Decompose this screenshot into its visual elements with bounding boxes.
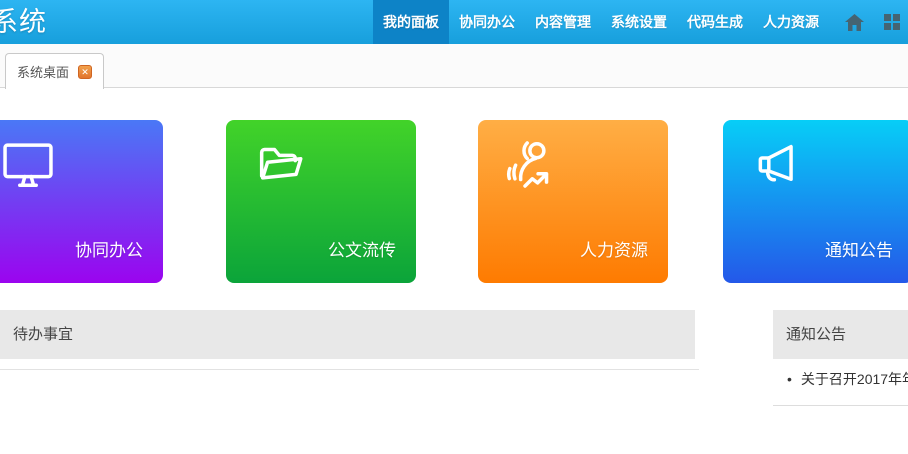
tile-label: 人力资源 bbox=[580, 236, 648, 261]
tab-bar: 系统桌面 ✕ bbox=[0, 44, 908, 88]
tile-document-flow[interactable]: 公文流传 bbox=[226, 120, 416, 283]
tab-label: 系统桌面 bbox=[17, 62, 69, 81]
tile-hr[interactable]: 人力资源 bbox=[478, 120, 668, 283]
nav-item-code-gen[interactable]: 代码生成 bbox=[677, 0, 753, 44]
notice-list-item[interactable]: • 关于召开2017年年 bbox=[787, 369, 908, 389]
top-bar: 系统 我的面板 协同办公 内容管理 系统设置 代码生成 人力资源 bbox=[0, 0, 908, 45]
notice-panel-header: 通知公告 bbox=[773, 310, 908, 359]
notice-panel-divider bbox=[773, 405, 908, 406]
nav-item-my-dashboard[interactable]: 我的面板 bbox=[373, 0, 449, 44]
notice-panel-title: 通知公告 bbox=[786, 310, 846, 359]
tab-close-icon[interactable]: ✕ bbox=[78, 65, 92, 79]
nav-item-collaboration[interactable]: 协同办公 bbox=[449, 0, 525, 44]
tab-system-desktop[interactable]: 系统桌面 ✕ bbox=[5, 53, 104, 89]
todo-panel-title: 待办事宜 bbox=[13, 310, 73, 359]
notice-item-text: 关于召开2017年年 bbox=[801, 369, 908, 389]
nav-item-system-settings[interactable]: 系统设置 bbox=[601, 0, 677, 44]
nav-item-content-mgmt[interactable]: 内容管理 bbox=[525, 0, 601, 44]
desktop-page: 系统 我的面板 协同办公 内容管理 系统设置 代码生成 人力资源 系统桌面 ✕ bbox=[0, 0, 908, 454]
app-title: 系统 bbox=[0, 0, 47, 44]
main-nav: 我的面板 协同办公 内容管理 系统设置 代码生成 人力资源 bbox=[373, 0, 900, 44]
tile-label: 公文流传 bbox=[328, 236, 396, 261]
todo-panel-divider bbox=[0, 369, 699, 370]
tile-label: 通知公告 bbox=[825, 236, 893, 261]
tile-collaboration[interactable]: 协同办公 bbox=[0, 120, 163, 283]
tile-label: 协同办公 bbox=[75, 236, 143, 261]
tile-notice[interactable]: 通知公告 bbox=[723, 120, 908, 283]
todo-panel-header: 待办事宜 bbox=[0, 310, 695, 359]
grid-icon[interactable] bbox=[884, 14, 900, 30]
home-icon[interactable] bbox=[845, 14, 864, 31]
nav-item-hr[interactable]: 人力资源 bbox=[753, 0, 829, 44]
bullet-icon: • bbox=[787, 369, 792, 389]
